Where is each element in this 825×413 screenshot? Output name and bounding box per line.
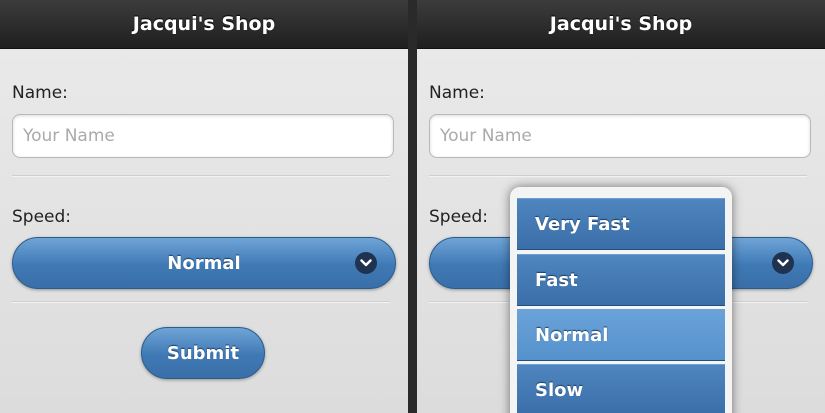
- submit-button[interactable]: Submit: [141, 327, 265, 379]
- page-title: Jacqui's Shop: [132, 13, 276, 35]
- speed-option-normal[interactable]: Normal: [517, 309, 725, 361]
- divider: [12, 301, 390, 303]
- screen-divider: [408, 0, 417, 413]
- name-label: Name:: [429, 83, 485, 103]
- name-input[interactable]: [429, 114, 811, 158]
- chevron-down-icon: [772, 252, 794, 274]
- form-content: Name: Speed: Very Fast Fast Normal Slow: [417, 49, 825, 413]
- chevron-down-icon: [355, 252, 377, 274]
- speed-option-slow[interactable]: Slow: [517, 364, 725, 413]
- right-screen: Jacqui's Shop Name: Speed: Very Fast Fas…: [417, 0, 825, 413]
- speed-option-very-fast[interactable]: Very Fast: [517, 198, 725, 250]
- header-bar: Jacqui's Shop: [417, 0, 825, 49]
- speed-label: Speed:: [429, 207, 489, 227]
- page-title: Jacqui's Shop: [549, 13, 693, 35]
- divider: [429, 175, 807, 177]
- left-screen: Jacqui's Shop Name: Speed: Normal Submit: [0, 0, 408, 413]
- header-bar: Jacqui's Shop: [0, 0, 408, 49]
- speed-options-menu: Very Fast Fast Normal Slow: [510, 187, 732, 413]
- speed-select[interactable]: Normal: [12, 237, 396, 289]
- speed-select-value: Normal: [167, 252, 241, 274]
- divider: [12, 175, 390, 177]
- form-content: Name: Speed: Normal Submit: [0, 49, 408, 413]
- speed-option-fast[interactable]: Fast: [517, 254, 725, 306]
- name-input[interactable]: [12, 114, 394, 158]
- name-label: Name:: [12, 83, 68, 103]
- speed-label: Speed:: [12, 207, 72, 227]
